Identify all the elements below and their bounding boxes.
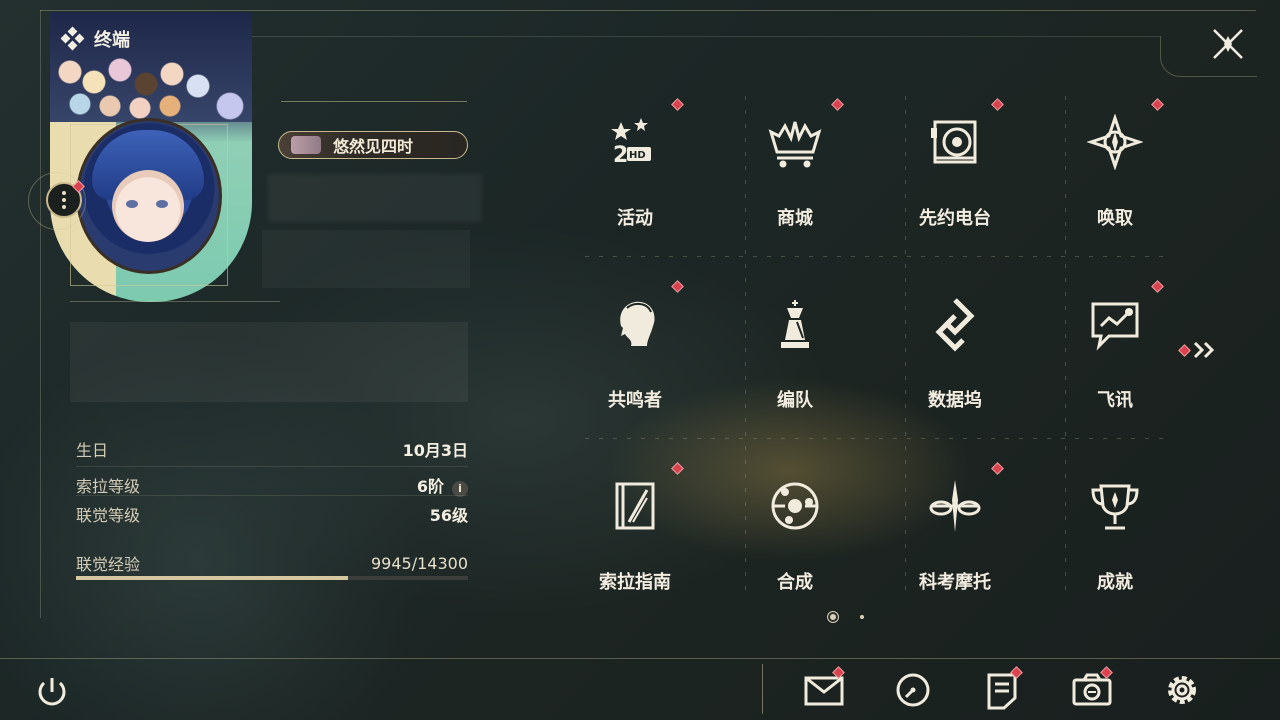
tile-索拉指南[interactable]: 索拉指南 <box>585 462 685 593</box>
shop-cart-icon <box>768 121 822 168</box>
trophy-icon <box>1091 484 1139 530</box>
power-icon <box>38 678 66 706</box>
union-level-value: 56级 <box>429 506 468 525</box>
divider <box>76 495 468 496</box>
tile-label: 数据坞 <box>928 390 982 411</box>
clock-icon <box>896 673 930 707</box>
union-exp-row: 联觉经验 9945/14300 <box>76 551 468 575</box>
union-level-label: 联觉等级 <box>76 506 141 525</box>
grid-line <box>585 438 1165 439</box>
notification-badge <box>671 462 684 475</box>
tile-成就[interactable]: 成就 <box>1065 468 1165 593</box>
divider <box>281 101 467 102</box>
notes-button[interactable] <box>980 666 1024 712</box>
terminal-title: 终端 <box>94 30 130 51</box>
grid-line <box>585 256 1165 257</box>
tile-飞讯[interactable]: 飞讯 <box>1065 280 1165 411</box>
event-icon: 2 HD <box>611 118 651 168</box>
name-card-thumbnail <box>291 136 321 154</box>
notification-badge <box>1151 280 1164 293</box>
union-exp-label: 联觉经验 <box>76 555 141 574</box>
sola-level-value: 6阶 <box>416 477 444 496</box>
frame-inner-line <box>250 36 1160 37</box>
union-exp-value: 9945/14300 <box>370 553 468 573</box>
tile-编队[interactable]: 编队 <box>745 286 845 411</box>
synthesis-icon <box>771 482 819 530</box>
tile-label: 编队 <box>777 390 813 411</box>
tile-数据坞[interactable]: 数据坞 <box>905 286 1005 411</box>
radio-icon <box>931 120 977 164</box>
divider <box>70 301 280 302</box>
union-level-row: 联觉等级 56级 <box>76 502 468 526</box>
tile-label: 唤取 <box>1097 208 1133 229</box>
notification-badge <box>991 98 1004 111</box>
tile-label: 先约电台 <box>919 208 991 229</box>
tile-label: 成就 <box>1097 572 1133 593</box>
tile-label: 索拉指南 <box>599 572 671 593</box>
camera-button[interactable] <box>1070 666 1114 712</box>
divider <box>76 466 468 467</box>
name-card-label: 悠然见四时 <box>332 137 413 156</box>
redacted-field <box>262 230 470 288</box>
tile-label: 科考摩托 <box>919 572 991 593</box>
tile-科考摩托[interactable]: 科考摩托 <box>905 462 1005 593</box>
settings-button[interactable] <box>1160 668 1204 712</box>
message-chat-icon <box>1091 302 1139 351</box>
birthday-value: 10月3日 <box>402 441 468 460</box>
team-chess-icon <box>781 300 809 348</box>
tile-label: 共鸣者 <box>608 390 662 411</box>
notification-badge <box>991 462 1004 475</box>
tile-先约电台[interactable]: 先约电台 <box>905 98 1005 229</box>
bottom-bar-separator <box>762 664 763 714</box>
avatar-face <box>112 170 184 242</box>
svg-text:2: 2 <box>613 143 628 168</box>
tile-共鸣者[interactable]: 共鸣者 <box>585 280 685 411</box>
sola-level-value-wrap: 6阶 i <box>417 473 468 497</box>
tile-合成[interactable]: 合成 <box>745 468 845 593</box>
notification-badge <box>671 280 684 293</box>
name-card-badge[interactable]: 悠然见四时 <box>278 131 468 159</box>
clock-button[interactable] <box>891 668 935 712</box>
page-dot-1[interactable] <box>830 614 836 620</box>
settings-gear-icon <box>1168 676 1196 704</box>
mail-button[interactable] <box>802 666 846 712</box>
double-chevron-right-icon <box>1193 341 1215 359</box>
close-button[interactable] <box>1208 24 1248 64</box>
terminal-header: 终端 <box>60 26 130 52</box>
notification-badge <box>671 98 684 111</box>
tile-label: 商城 <box>777 208 813 229</box>
notification-badge <box>1178 343 1191 357</box>
sola-level-row: 索拉等级 6阶 i <box>76 473 468 497</box>
frame-top-line <box>40 10 1256 11</box>
redacted-signature <box>70 322 468 402</box>
birthday-label: 生日 <box>76 441 109 460</box>
tile-label: 活动 <box>617 208 653 229</box>
data-bank-icon <box>935 298 975 352</box>
summon-compass-icon <box>1087 114 1143 170</box>
close-icon <box>1213 29 1243 59</box>
bottom-bar-divider <box>0 658 1280 659</box>
tile-活动[interactable]: 2 HD 活动 <box>585 98 685 229</box>
svg-text:HD: HD <box>629 150 646 161</box>
notification-badge <box>1151 98 1164 111</box>
notification-badge <box>831 98 844 111</box>
terminal-icon <box>60 26 85 51</box>
exp-progress-fill <box>76 576 348 580</box>
sola-level-label: 索拉等级 <box>76 477 141 496</box>
power-button[interactable] <box>30 670 74 714</box>
motorbike-icon <box>929 480 981 532</box>
guide-book-icon <box>615 482 655 530</box>
tile-label: 飞讯 <box>1097 390 1133 411</box>
tile-label: 合成 <box>777 572 813 593</box>
frame-left-line <box>40 10 41 618</box>
birthday-row: 生日 10月3日 <box>76 437 468 461</box>
page-dot-2[interactable] <box>860 615 864 619</box>
resonator-profile-icon <box>620 301 655 346</box>
redacted-field <box>268 174 482 222</box>
next-page-button[interactable] <box>1178 340 1221 360</box>
tile-唤取[interactable]: 唤取 <box>1065 98 1165 229</box>
tile-商城[interactable]: 商城 <box>745 98 845 229</box>
